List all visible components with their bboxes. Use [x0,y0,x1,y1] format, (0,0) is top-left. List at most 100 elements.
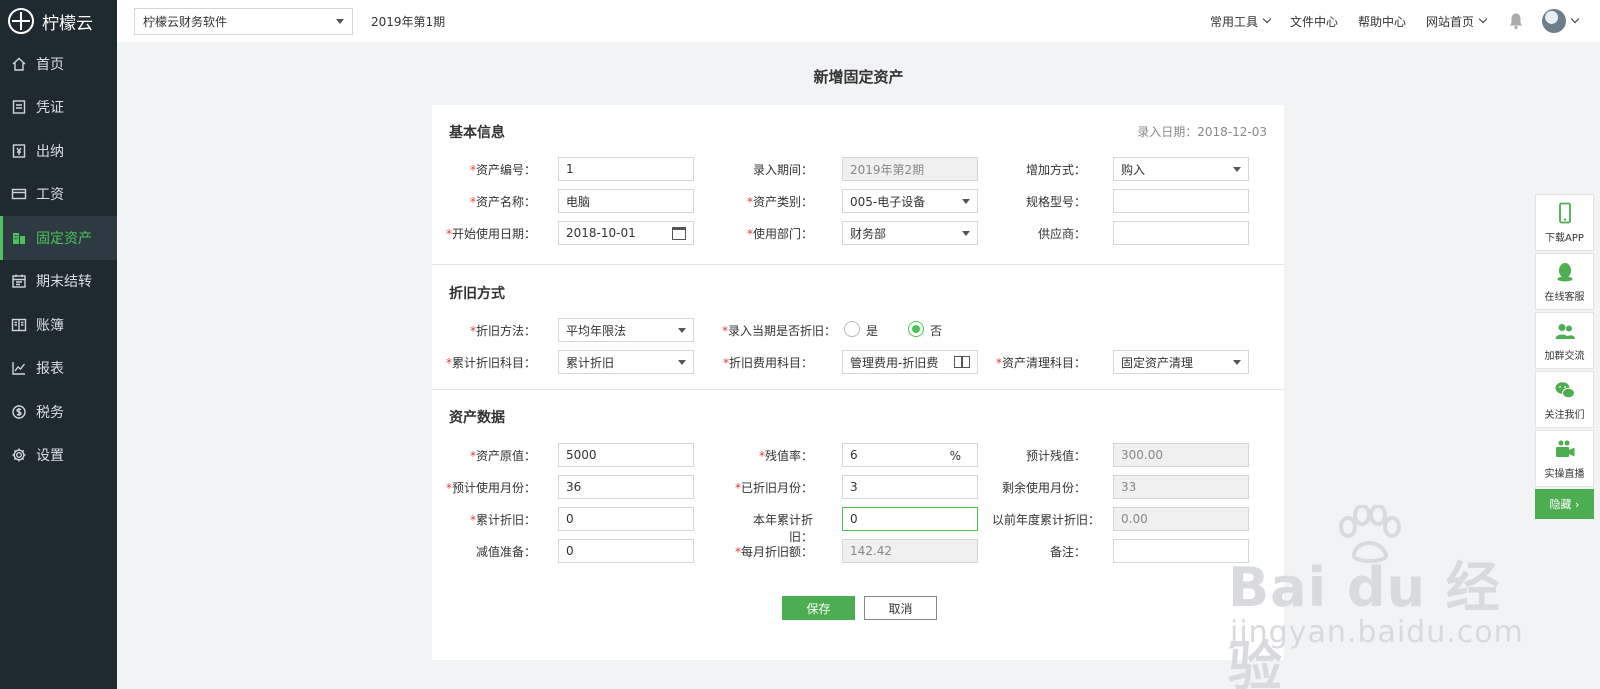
hide-panel-button[interactable]: 隐藏 › [1535,489,1594,519]
mobile-phone-icon [1558,202,1571,223]
user-menu[interactable] [1542,9,1580,33]
wechat-icon [1555,381,1575,398]
join-group-button[interactable]: 加群交流 [1535,312,1594,369]
asset-data-section: 资产数据 *资产原值： 5000 *残值率： 6% 预计残值： 300.00 *… [432,390,1284,658]
est-months-input[interactable]: 36 [558,475,694,499]
asset-name-input[interactable]: 电脑 [558,189,694,213]
start-date-label: *开始使用日期： [445,227,536,241]
baidu-watermark: Bai du 经验 jingyan.baidu.com [1228,505,1528,689]
sidebar-item-voucher[interactable]: 凭证 [0,86,117,130]
common-tools-menu[interactable]: 常用工具 [1209,13,1272,30]
chevron-down-icon [1478,14,1488,24]
sidebar-item-label: 报表 [36,361,64,378]
download-app-label: 下载APP [1545,232,1584,244]
spec-label: 规格型号： [1025,195,1086,209]
add-method-select[interactable]: 购入 [1113,157,1249,181]
radio-no[interactable] [908,321,924,337]
tax-coin-icon [11,404,27,420]
disposal-subject-select[interactable]: 固定资产清理 [1113,350,1249,374]
sidebar-item-ledger[interactable]: 账簿 [0,303,117,347]
sidebar-item-cashier[interactable]: 出纳 [0,129,117,173]
monthly-dep-input: 142.42 [842,539,978,563]
depreciated-months-input[interactable]: 3 [842,475,978,499]
start-date-input[interactable]: 2018-10-01 [558,221,694,245]
basic-info-section: 基本信息 录入日期：2018-12-03 *资产编号： 1 录入期间： 2019… [432,105,1284,265]
asset-no-input[interactable]: 1 [558,157,694,181]
sidebar-item-label: 设置 [36,448,64,465]
calendar-icon[interactable] [672,226,686,240]
caret-down-icon [678,327,686,333]
download-app-button[interactable]: 下载APP [1535,194,1594,251]
sidebar-item-period-end[interactable]: 期末结转 [0,260,117,304]
sidebar-item-settings[interactable]: 设置 [0,434,117,478]
supplier-input[interactable] [1113,221,1249,245]
est-residual-input: 300.00 [1113,443,1249,467]
home-icon [11,56,27,72]
radio-yes[interactable] [844,321,860,337]
sidebar-item-tax[interactable]: 税务 [0,390,117,434]
department-value: 财务部 [850,226,887,241]
online-support-button[interactable]: 在线客服 [1535,253,1594,310]
radio-no-label: 否 [930,324,943,338]
department-select[interactable]: 财务部 [842,221,978,245]
help-center-link[interactable]: 帮助中心 [1358,13,1406,30]
depreciated-months-label: *已折旧月份： [734,481,813,495]
sidebar-item-home[interactable]: 首页 [0,42,117,86]
company-select[interactable]: 柠檬云财务软件 [134,7,353,35]
start-date-value: 2018-10-01 [566,226,636,240]
save-button[interactable]: 保存 [782,596,855,620]
caret-down-icon [1233,166,1241,172]
expense-subject-input[interactable]: 管理费用-折旧费 [842,350,978,374]
residual-rate-input[interactable]: 6% [842,443,978,467]
website-home-menu[interactable]: 网站首页 [1425,13,1488,30]
website-home-label: 网站首页 [1425,14,1474,29]
est-months-label: *预计使用月份： [445,481,536,495]
asset-category-select[interactable]: 005-电子设备 [842,189,978,213]
follow-us-label: 关注我们 [1544,409,1585,421]
original-value-input[interactable]: 5000 [558,443,694,467]
dep-method-label: *折旧方法： [469,324,536,338]
lemon-logo-icon [8,8,34,34]
sidebar-item-fixed-assets[interactable]: 固定资产 [0,216,117,260]
join-group-label: 加群交流 [1544,350,1585,362]
follow-us-button[interactable]: 关注我们 [1535,371,1594,428]
cancel-button[interactable]: 取消 [864,596,937,620]
sidebar: 柠檬云 首页 凭证 出纳 工资 固定资产 期末结转 账簿 报表 税务 设置 [0,0,117,689]
page-title: 新增固定资产 [813,68,904,86]
bell-icon[interactable] [1508,12,1524,30]
sidebar-item-label: 凭证 [36,100,64,117]
depreciation-title: 折旧方式 [449,286,505,302]
entry-period-label: 录入期间： [752,163,813,177]
subject-picker-icon[interactable] [954,356,970,368]
top-right-links: 常用工具 文件中心 帮助中心 网站首页 [1190,9,1580,33]
avatar [1542,9,1566,33]
sidebar-item-reports[interactable]: 报表 [0,347,117,391]
impairment-input[interactable]: 0 [558,539,694,563]
live-practice-button[interactable]: 实操直播 [1535,430,1594,487]
building-icon [11,230,27,246]
sidebar-item-salary[interactable]: 工资 [0,173,117,217]
group-users-icon [1555,323,1575,339]
accum-dep-input[interactable]: 0 [558,507,694,531]
file-center-link[interactable]: 文件中心 [1290,13,1338,30]
dep-method-select[interactable]: 平均年限法 [558,318,694,342]
radio-yes-label: 是 [866,324,879,338]
dep-method-value: 平均年限法 [566,323,627,338]
qq-penguin-icon [1557,262,1572,281]
accum-subject-select[interactable]: 累计折旧 [558,350,694,374]
expense-subject-label: *折旧费用科目： [722,356,813,370]
company-name: 柠檬云财务软件 [143,14,228,29]
common-tools-label: 常用工具 [1209,14,1258,29]
video-camera-icon [1555,440,1574,457]
app-name: 柠檬云 [42,13,93,34]
monthly-dep-label: *每月折旧额： [734,545,813,559]
spec-input[interactable] [1113,189,1249,213]
app-logo[interactable]: 柠檬云 [0,0,117,42]
add-method-value: 购入 [1121,162,1146,177]
residual-rate-label: *残值率： [758,449,813,463]
year-dep-input[interactable]: 0 [842,507,978,531]
accum-subject-value: 累计折旧 [566,355,615,370]
asset-no-label: *资产编号： [469,163,536,177]
gear-icon [11,447,27,463]
asset-data-title: 资产数据 [449,410,505,426]
